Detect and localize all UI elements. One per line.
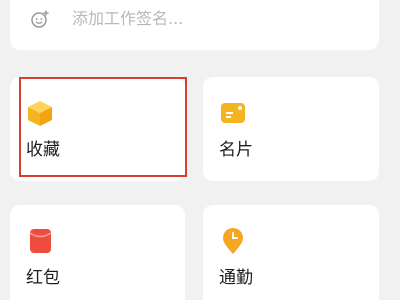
favorites-tile[interactable]: 收藏 <box>10 77 185 181</box>
favorite-box-icon <box>28 101 52 126</box>
red-envelope-label: 红包 <box>26 268 60 288</box>
business-card-label: 名片 <box>219 140 253 160</box>
signature-placeholder: 添加工作签名... <box>72 9 184 28</box>
commute-label: 通勤 <box>219 268 253 288</box>
red-envelope-tile[interactable]: 红包 <box>10 205 185 300</box>
business-card-icon <box>221 103 245 123</box>
favorites-label: 收藏 <box>26 140 60 160</box>
commute-tile[interactable]: 通勤 <box>203 205 379 300</box>
workbench-page: 添加工作签名... 收藏 名片 红包 通勤 <box>0 0 400 300</box>
red-envelope-icon <box>29 229 52 253</box>
work-signature-field[interactable]: 添加工作签名... <box>10 0 379 50</box>
commute-location-icon <box>223 228 243 254</box>
smile-plus-icon <box>31 10 49 28</box>
business-card-tile[interactable]: 名片 <box>203 77 379 181</box>
